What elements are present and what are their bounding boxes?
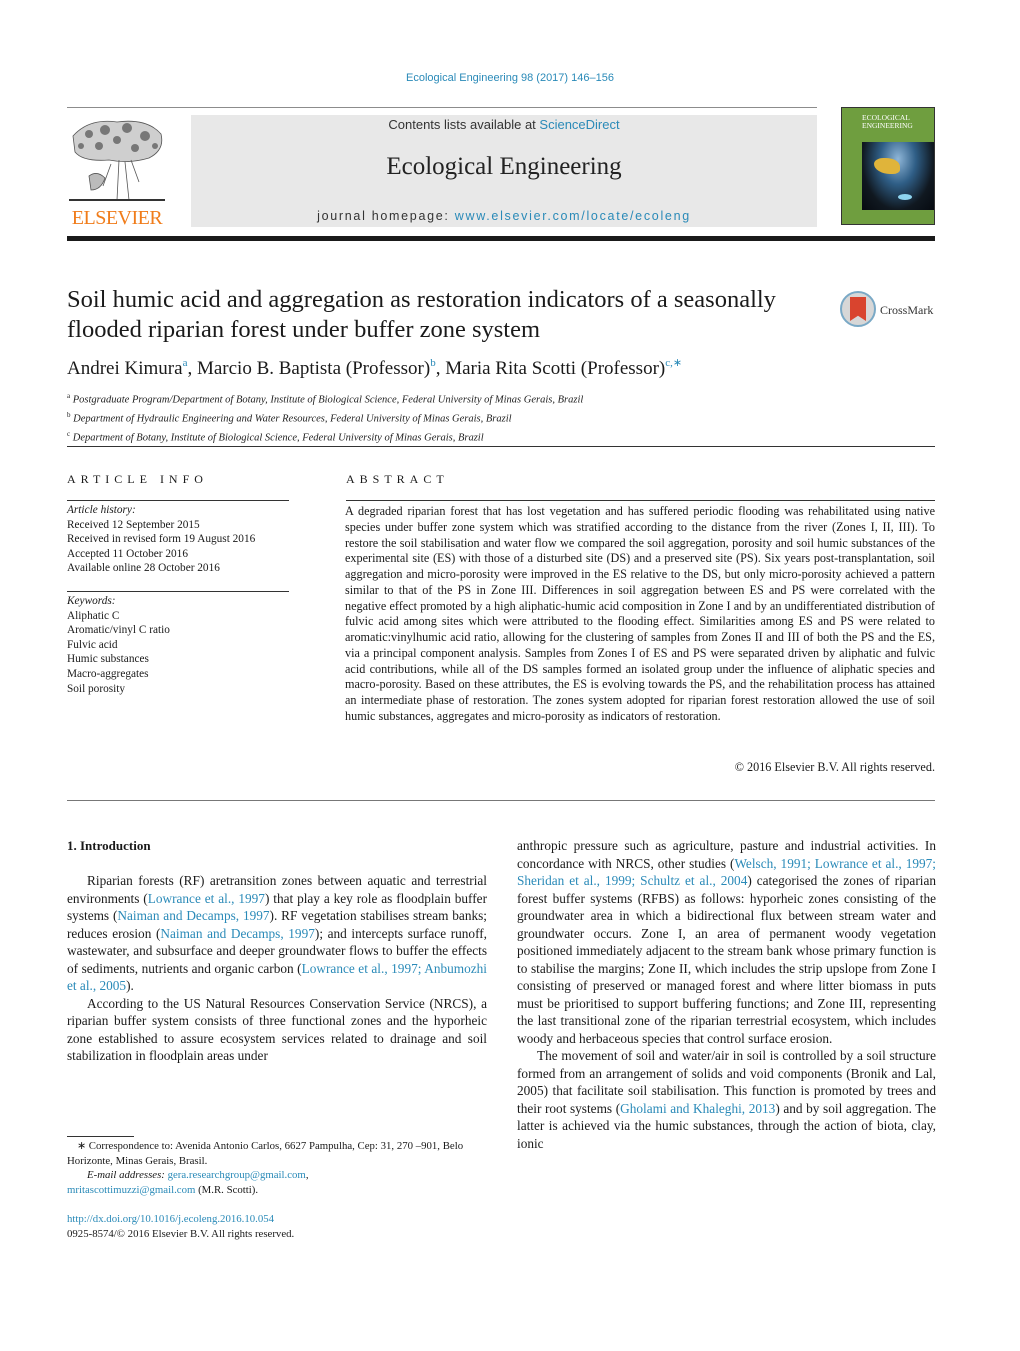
issn-copyright: 0925-8574/© 2016 Elsevier B.V. All right… — [67, 1227, 295, 1240]
keywords: Keywords: Aliphatic C Aromatic/vinyl C r… — [67, 594, 170, 696]
divider — [67, 800, 935, 801]
affiliation-item: c Department of Botany, Institute of Bio… — [67, 427, 583, 446]
affiliation-item: a Postgraduate Program/Department of Bot… — [67, 389, 583, 408]
cover-title: ECOLOGICAL ENGINEERING — [862, 114, 913, 130]
section-heading-introduction: 1. Introduction — [67, 838, 151, 853]
contents-line: Contents lists available at ScienceDirec… — [191, 117, 817, 132]
keyword-item: Humic substances — [67, 653, 149, 666]
affiliation-marker: a — [67, 392, 71, 400]
affiliation-marker: b — [67, 410, 71, 419]
keyword-item: Soil porosity — [67, 682, 126, 695]
journal-homepage-line: journal homepage: www.elsevier.com/locat… — [191, 209, 817, 223]
email-owner: (M.R. Scotti). — [195, 1183, 259, 1196]
history-label: Article history: — [67, 504, 136, 516]
abstract-copyright: © 2016 Elsevier B.V. All rights reserved… — [734, 760, 935, 774]
journal-reference-link[interactable]: Ecological Engineering 98 (2017) 146–156 — [0, 72, 1020, 84]
history-item: Received in revised form 19 August 2016 — [67, 533, 256, 546]
email-label: E-mail addresses: — [87, 1169, 165, 1181]
divider — [346, 500, 935, 501]
paragraph: The movement of soil and water/air in so… — [517, 1047, 936, 1152]
email-link[interactable]: mritascottimuzzi@gmail.com — [67, 1184, 195, 1196]
paragraph: Riparian forests (RF) aretransition zone… — [67, 872, 487, 995]
affiliation-text: Department of Hydraulic Engineering and … — [73, 413, 512, 425]
contents-prefix: Contents lists available at — [388, 117, 540, 132]
history-item: Received 12 September 2015 — [67, 518, 200, 531]
header-thick-rule — [67, 236, 935, 241]
citation-link[interactable]: Naiman and Decamps, 1997 — [117, 908, 269, 923]
journal-homepage-link[interactable]: www.elsevier.com/locate/ecoleng — [455, 209, 691, 223]
citation-link[interactable]: Naiman and Decamps, 1997 — [160, 926, 315, 941]
body-column-right: anthropic pressure such as agriculture, … — [517, 837, 936, 1152]
doi-link[interactable]: http://dx.doi.org/10.1016/j.ecoleng.2016… — [67, 1212, 294, 1227]
elsevier-wordmark: ELSEVIER — [71, 207, 163, 229]
homepage-prefix: journal homepage: — [317, 209, 455, 223]
journal-cover-image[interactable]: ECOLOGICAL ENGINEERING — [841, 107, 935, 225]
journal-banner: Contents lists available at ScienceDirec… — [191, 115, 817, 227]
divider — [67, 591, 289, 592]
text-run: ). — [126, 978, 134, 993]
elsevier-logo[interactable]: ELSEVIER — [67, 114, 167, 230]
article-title: Soil humic acid and aggregation as resto… — [67, 286, 776, 343]
author-list: Andrei Kimuraa, Marcio B. Baptista (Prof… — [67, 357, 683, 379]
citation-link[interactable]: Gholami and Khaleghi, 2013 — [620, 1101, 775, 1116]
email-line: E-mail addresses: gera.researchgroup@gma… — [87, 1169, 309, 1181]
abstract-heading: ABSTRACT — [346, 472, 449, 486]
journal-title: Ecological Engineering — [386, 153, 622, 180]
text-run: ) categorised the zones of riparian fore… — [517, 873, 936, 1046]
abstract-text: A degraded riparian forest that has lost… — [345, 504, 935, 723]
affiliation-item: b Department of Hydraulic Engineering an… — [67, 408, 583, 427]
cover-title-line2: ENGINEERING — [862, 121, 913, 130]
history-item: Accepted 11 October 2016 — [67, 547, 188, 560]
divider — [67, 446, 935, 447]
footnote-rule — [67, 1136, 134, 1137]
affiliation-text: Postgraduate Program/Department of Botan… — [72, 394, 584, 406]
body-column-left: Riparian forests (RF) aretransition zone… — [67, 872, 487, 1065]
email-line: mritascottimuzzi@gmail.com (M.R. Scotti)… — [67, 1183, 487, 1198]
header-rule — [67, 107, 817, 108]
correspondence-address: ∗ Correspondence to: Avenida Antonio Car… — [67, 1140, 464, 1167]
affiliations: a Postgraduate Program/Department of Bot… — [67, 389, 583, 445]
divider — [67, 500, 289, 501]
keyword-item: Fulvic acid — [67, 638, 118, 651]
cover-fish-graphic — [898, 194, 912, 200]
keywords-label: Keywords: — [67, 595, 116, 607]
affiliation-marker: c — [67, 429, 71, 438]
crossmark-button[interactable]: CrossMark — [840, 291, 940, 331]
doi-block: http://dx.doi.org/10.1016/j.ecoleng.2016… — [67, 1212, 294, 1241]
author-name[interactable]: Marcio B. Baptista (Professor) — [197, 358, 430, 379]
article-history: Article history: Received 12 September 2… — [67, 503, 255, 576]
author-affiliation-link[interactable]: a — [183, 357, 188, 369]
sciencedirect-link[interactable]: ScienceDirect — [539, 117, 619, 132]
email-link[interactable]: gera.researchgroup@gmail.com — [168, 1169, 306, 1181]
keyword-item: Aliphatic C — [67, 609, 120, 622]
crossmark-label: CrossMark — [880, 303, 934, 317]
keyword-item: Macro-aggregates — [67, 667, 149, 680]
citation-link[interactable]: Lowrance et al., 1997 — [148, 891, 265, 906]
author-name[interactable]: Maria Rita Scotti (Professor) — [445, 358, 665, 379]
keyword-item: Aromatic/vinyl C ratio — [67, 624, 170, 637]
author-name[interactable]: Andrei Kimura — [67, 358, 183, 379]
correspondence-footnote: ∗ Correspondence to: Avenida Antonio Car… — [67, 1139, 487, 1197]
elsevier-tree-icon — [69, 116, 165, 208]
affiliation-text: Department of Botany, Institute of Biolo… — [72, 432, 484, 444]
paragraph: anthropic pressure such as agriculture, … — [517, 837, 936, 1047]
cover-photo — [862, 142, 934, 210]
paragraph: According to the US Natural Resources Co… — [67, 995, 487, 1064]
author-affiliation-link[interactable]: b — [430, 357, 436, 369]
author-affiliation-link[interactable]: c,∗ — [665, 357, 682, 369]
history-item: Available online 28 October 2016 — [67, 562, 220, 575]
article-info-heading: ARTICLE INFO — [67, 472, 208, 486]
